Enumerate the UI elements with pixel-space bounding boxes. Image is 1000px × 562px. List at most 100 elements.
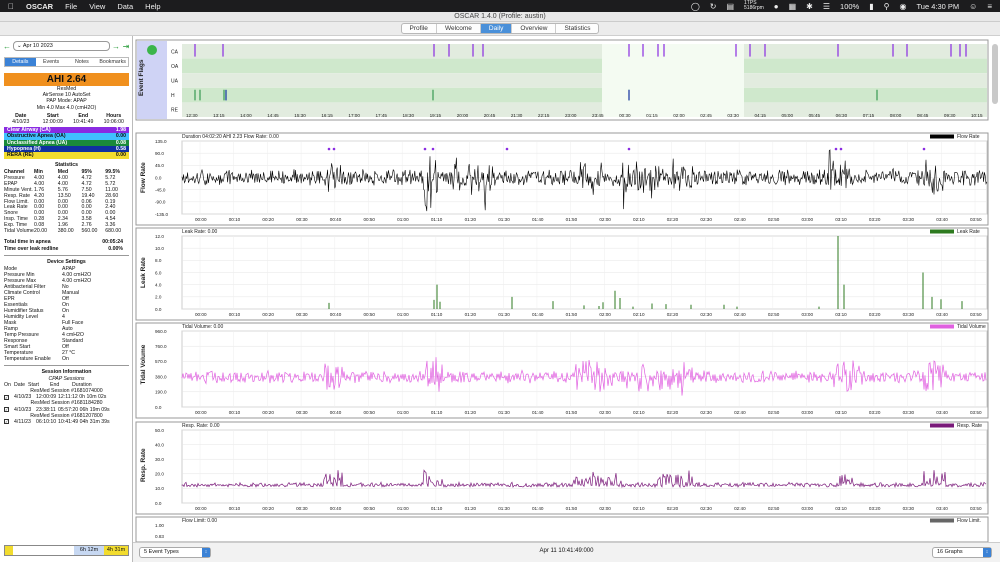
- session-row[interactable]: ✓ 4/10/23 23:38:11 05:57:20 06h 19m 09s: [4, 407, 129, 413]
- bluetooth-icon[interactable]: ✱: [806, 2, 813, 11]
- stats-value: 380.00: [57, 228, 74, 235]
- usage-segment-b[interactable]: 4h 31m: [104, 546, 128, 555]
- resp-legend-label: Resp. Rate: [957, 423, 982, 429]
- search-icon[interactable]: ⚲: [884, 2, 890, 11]
- tidal-time-tick: 00:30: [296, 410, 308, 415]
- session-header-on: On: [4, 382, 11, 389]
- stats-value: 680.00: [105, 228, 122, 235]
- flowlim-ytick: 0.83: [155, 534, 164, 539]
- tidal-time-tick: 02:20: [667, 410, 679, 415]
- session-start: 06:10:10: [36, 418, 57, 425]
- flag-time-tick: 06:30: [836, 113, 848, 118]
- leak-legend-label: Leak Rate: [957, 229, 980, 235]
- menu-data[interactable]: Data: [117, 2, 133, 11]
- calendar-icon[interactable]: ▤: [726, 2, 734, 11]
- graphs-label: 16 Graphs: [937, 549, 963, 555]
- clipboard-icon[interactable]: ▦: [789, 2, 797, 11]
- session-checkbox[interactable]: ✓: [4, 394, 9, 400]
- menu-help[interactable]: Help: [145, 2, 160, 11]
- flow-time-tick: 03:30: [903, 217, 915, 222]
- battery-icon: ▮: [869, 1, 874, 11]
- wordpress-icon[interactable]: ◯: [691, 2, 700, 11]
- leak-ytick: 0.0: [155, 307, 162, 312]
- tidal-time-tick: 00:50: [363, 410, 375, 415]
- prev-day-arrow-icon[interactable]: ←: [3, 42, 11, 51]
- graphs-dropdown[interactable]: 16 Graphs ↕: [932, 547, 992, 558]
- flag-time-tick: 23:45: [592, 113, 604, 118]
- leak-ytick: 4.0: [155, 282, 162, 287]
- sync-icon[interactable]: ↻: [710, 2, 717, 11]
- next-day-arrow-icon[interactable]: →: [112, 42, 120, 51]
- date-picker[interactable]: ⌄ Apr 10 2023: [13, 41, 110, 51]
- session-checkbox[interactable]: ✓: [4, 419, 9, 425]
- event-flags-label: Event Flags: [138, 59, 145, 96]
- tab-profile[interactable]: Profile: [402, 24, 437, 33]
- tidal-time-tick: 01:00: [397, 410, 409, 415]
- usage-segment-a[interactable]: 6h 12m: [74, 546, 104, 555]
- tidal-time-tick: 00:40: [330, 410, 342, 415]
- machine-pressure: Min 4.0 Max 4.0 (cmH2O): [36, 104, 97, 111]
- gpu-stats[interactable]: 1TPS 5186rpm: [744, 1, 764, 11]
- tab-overview[interactable]: Overview: [512, 24, 557, 33]
- flag-time-tick: 07:15: [863, 113, 875, 118]
- machine-info: ResMed AirSense 10 AutoSet PAP Mode: APA…: [4, 86, 129, 111]
- flow-time-tick: 00:40: [330, 217, 342, 222]
- menu-list-icon[interactable]: ≡: [987, 2, 992, 11]
- battery-status[interactable]: 100%: [840, 2, 859, 11]
- control-center-icon[interactable]: ◉: [900, 2, 907, 11]
- menu-view[interactable]: View: [89, 2, 105, 11]
- tidal-time-tick: 02:10: [633, 410, 645, 415]
- resp-time-tick: 00:20: [262, 506, 274, 511]
- menubar:  OSCAR File View Data Help ◯ ↻ ▤ 1TPS51…: [0, 0, 1000, 12]
- graphs-canvas[interactable]: Event Flags CA OA UA H RE 12:30 13:15 14:00 14:45…: [133, 36, 1000, 542]
- total-label: Time over leak redline: [4, 245, 59, 252]
- menu-file[interactable]: File: [65, 2, 77, 11]
- graphs-scrollbar[interactable]: [992, 44, 998, 104]
- user-icon[interactable]: ☺: [969, 2, 977, 11]
- flag-time-tick: 03:30: [727, 113, 739, 118]
- flow-axis-label: Flow Rate: [140, 162, 147, 193]
- flowlim-legend-swatch: [930, 518, 954, 523]
- stats-value: 20.00: [34, 228, 47, 235]
- clock[interactable]: Tue 4:30 PM: [916, 2, 959, 11]
- times-end: 10:41:49: [73, 118, 94, 125]
- tidal-time-tick: 01:40: [532, 410, 544, 415]
- pin-icon[interactable]: [147, 45, 157, 55]
- wifi-icon[interactable]: ☰: [823, 2, 830, 11]
- last-day-arrow-icon[interactable]: ⇥: [122, 42, 130, 51]
- apple-icon[interactable]: : [8, 2, 14, 11]
- tab-daily[interactable]: Daily: [480, 24, 513, 33]
- resp-time-tick: 01:50: [566, 506, 578, 511]
- tidal-panel: [135, 322, 989, 419]
- flow-time-tick: 01:00: [397, 217, 409, 222]
- session-end-duration: 05:57:20 06h 19m 09s: [58, 407, 129, 413]
- session-info-title: Session Information: [41, 369, 92, 376]
- flow-time-tick: 00:50: [363, 217, 375, 222]
- sidebar-tab-bookmarks[interactable]: Bookmarks: [97, 58, 128, 66]
- session-times: Date Start End Hours 4/10/23 12:00:09 10…: [4, 113, 129, 125]
- setting-name: Temperature Enable: [4, 356, 51, 363]
- tab-welcome[interactable]: Welcome: [437, 24, 481, 33]
- resp-time-tick: 02:00: [599, 506, 611, 511]
- session-duration: 04h 31m 39s: [79, 418, 110, 425]
- sidebar-tab-notes[interactable]: Notes: [67, 58, 98, 66]
- session-row[interactable]: ✓ 4/11/23 06:10:10 10:41:49 04h 31m 39s: [4, 419, 129, 425]
- tidal-time-tick: 00:10: [229, 410, 241, 415]
- leak-time-tick: 00:40: [330, 312, 342, 317]
- session-checkbox[interactable]: ✓: [4, 407, 9, 413]
- sidebar-tab-details[interactable]: Details: [5, 58, 36, 66]
- leak-time-tick: 01:10: [431, 312, 443, 317]
- leak-ytick: 6.0: [155, 270, 162, 275]
- resp-legend-swatch: [930, 423, 954, 428]
- flag-time-tick: 17:45: [375, 113, 387, 118]
- resp-header: Resp. Rate: 0.00: [182, 423, 220, 429]
- sidebar-tab-events[interactable]: Events: [36, 58, 67, 66]
- tidal-ytick: 570.0: [155, 359, 167, 364]
- tidal-header: Tidal Volume: 0.00: [182, 324, 223, 330]
- tab-statistics[interactable]: Statistics: [556, 24, 598, 33]
- cursor-time: Apr 11 10:41:49:000: [539, 548, 594, 554]
- microphone-icon[interactable]: ●: [774, 2, 779, 11]
- flow-event-marker: [332, 147, 336, 151]
- session-duration: 06h 19m 09s: [79, 406, 110, 413]
- menu-app-name[interactable]: OSCAR: [26, 2, 53, 11]
